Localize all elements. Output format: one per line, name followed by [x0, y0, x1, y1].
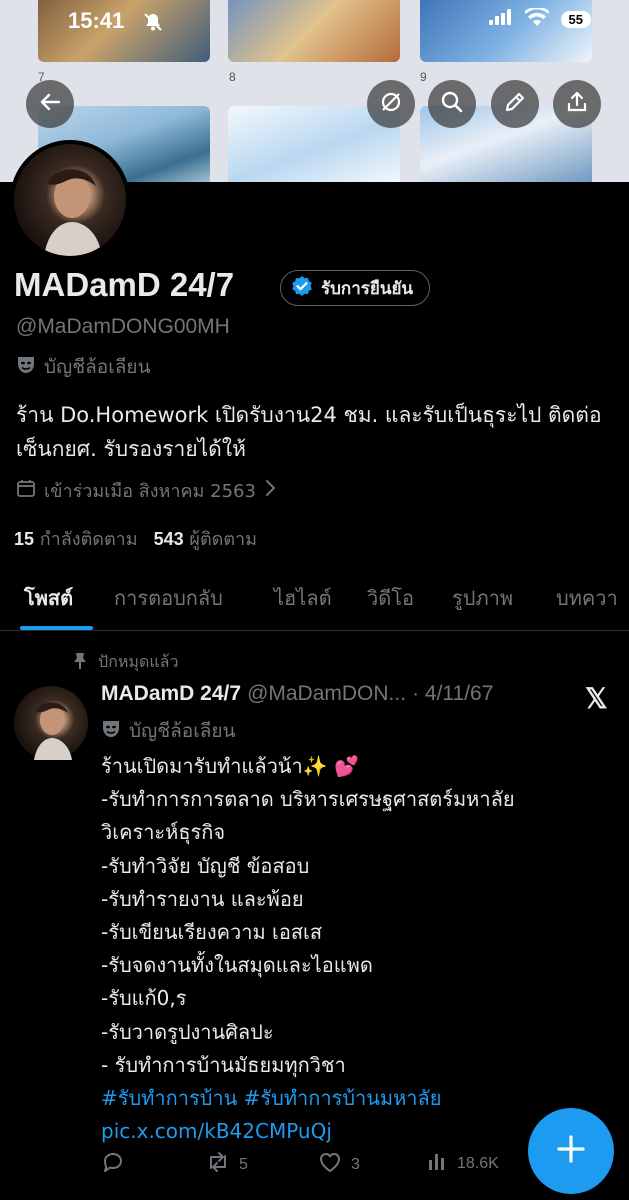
reply-button[interactable] — [101, 1150, 133, 1179]
banner-page-number: 9 — [420, 70, 427, 84]
post-line: -รับเขียนเรียงความ เอสเส — [101, 920, 323, 945]
active-tab-indicator — [20, 626, 93, 630]
theater-mask-icon — [101, 719, 121, 744]
views-button[interactable]: 18.6K — [427, 1150, 499, 1177]
x-logo-icon: 𝕏 — [585, 683, 608, 714]
grok-button[interactable] — [367, 80, 415, 128]
parody-account-label: บัญชีล้อเลียน — [16, 352, 150, 382]
search-button[interactable] — [428, 80, 476, 128]
post-line: ร้านเปิดมารับทำแล้วน้า✨ 💕 — [101, 754, 359, 778]
status-time: 15:41 — [68, 8, 125, 33]
tab-photos[interactable]: รูปภาพ — [452, 582, 513, 614]
joined-date[interactable]: เข้าร่วมเมือ สิงหาคม 2563 — [16, 476, 276, 505]
post-parody-text: บัญชีล้อเลียน — [129, 720, 236, 742]
theater-mask-icon — [16, 355, 36, 380]
profile-bio: ร้าน Do.Homework เปิดรับงาน24 ชม. และรับ… — [16, 403, 602, 461]
profile-tabs: โพสต์ การตอบกลับ ไฮไลต์ วิดีโอ รูปภาพ บท… — [0, 572, 629, 631]
post-text: ร้านเปิดมารับทำแล้วน้า✨ 💕 -รับทำการการตล… — [101, 750, 621, 1148]
signal-icon — [488, 9, 513, 29]
tab-articles[interactable]: บทควา — [556, 582, 618, 614]
chevron-right-icon — [264, 479, 276, 502]
followers-count: 543 — [153, 529, 184, 549]
share-button[interactable] — [553, 80, 601, 128]
reply-icon — [101, 1150, 125, 1179]
repost-button[interactable]: 5 — [205, 1150, 248, 1179]
post-line: วิเคราะห์ธุรกิจ — [101, 820, 226, 845]
share-icon — [565, 90, 589, 118]
pinned-label: ปักหมุดแล้ว — [98, 652, 179, 671]
post-date[interactable]: · 4/11/67 — [412, 682, 493, 706]
parody-label-text: บัญชีล้อเลียน — [44, 356, 151, 378]
followers-link[interactable]: 543 ผู้ติดตาม — [154, 524, 257, 553]
edit-icon — [503, 90, 527, 118]
post-line: -รับทำวิจัย บัญชี ข้อสอบ — [101, 853, 310, 878]
heart-icon — [317, 1150, 343, 1179]
following-link[interactable]: 15 กำลังติดตาม — [14, 524, 138, 553]
following-count: 15 — [14, 529, 35, 549]
compose-post-button[interactable] — [528, 1108, 614, 1194]
pin-icon — [72, 652, 88, 674]
post-header: MADamD 24/7 @MaDamDON... · 4/11/67 — [101, 682, 493, 706]
edit-button[interactable] — [491, 80, 539, 128]
tab-highlights[interactable]: ไฮไลต์ — [274, 582, 332, 614]
followers-label: ผู้ติดตาม — [189, 529, 258, 550]
profile-name: MADamD 24/7 — [14, 266, 235, 303]
back-arrow-icon — [39, 91, 61, 117]
post-line: -รับทำการการตลาด บริหารเศรษฐศาสตร์มหาลัย — [101, 787, 515, 812]
verified-label: รับการยืนยัน — [321, 278, 414, 299]
verified-check-icon — [291, 275, 313, 302]
follow-stats: 15 กำลังติดตาม 543 ผู้ติดตาม — [14, 524, 257, 553]
grok-icon — [379, 90, 403, 118]
post-hashtags[interactable]: #รับทำการบ้าน #รับทำการบ้านมหาลัย — [101, 1082, 621, 1115]
profile-handle: @MaDamDONG00MH — [16, 315, 230, 338]
profile-avatar[interactable] — [10, 140, 130, 260]
battery-indicator: 55 — [560, 10, 591, 28]
repost-icon — [205, 1150, 231, 1179]
post-line: - รับทำการบ้านมัธยมทุกวิชา — [101, 1052, 346, 1077]
post-author-avatar[interactable] — [14, 686, 88, 760]
following-label: กำลังติดตาม — [39, 529, 138, 550]
pinned-indicator: ปักหมุดแล้ว — [72, 650, 178, 675]
verified-badge-button[interactable]: รับการยืนยัน — [280, 270, 431, 306]
post-parody-label: บัญชีล้อเลียน — [101, 716, 235, 746]
tab-replies[interactable]: การตอบกลับ — [114, 582, 223, 614]
post-author-handle[interactable]: @MaDamDON... — [247, 682, 406, 706]
joined-text: เข้าร่วมเมือ สิงหาคม 2563 — [44, 481, 256, 502]
tab-videos[interactable]: วิดีโอ — [367, 582, 414, 614]
banner-page-number: 8 — [229, 70, 236, 84]
wifi-icon — [523, 6, 550, 30]
post-author-name[interactable]: MADamD 24/7 — [101, 682, 241, 706]
search-icon — [440, 90, 464, 118]
calendar-icon — [16, 478, 36, 503]
views-count: 18.6K — [457, 1154, 499, 1172]
like-button[interactable]: 3 — [317, 1150, 360, 1179]
post-line: -รับแก้0,ร — [101, 986, 187, 1011]
like-count: 3 — [351, 1155, 360, 1173]
bell-muted-icon — [143, 12, 163, 36]
post-line: -รับวาดรูปงานศิลปะ — [101, 1019, 274, 1044]
back-button[interactable] — [26, 80, 74, 128]
status-icons: 55 — [488, 6, 591, 30]
post-line: -รับจดงานทั้งในสมุดและไอแพด — [101, 953, 373, 978]
tab-posts[interactable]: โพสต์ — [24, 582, 73, 614]
banner-thumbnail — [228, 0, 400, 62]
analytics-bar-icon — [427, 1150, 449, 1177]
plus-icon — [555, 1133, 587, 1169]
post-line: -รับทำรายงาน และพ้อย — [101, 886, 304, 911]
repost-count: 5 — [239, 1155, 248, 1173]
